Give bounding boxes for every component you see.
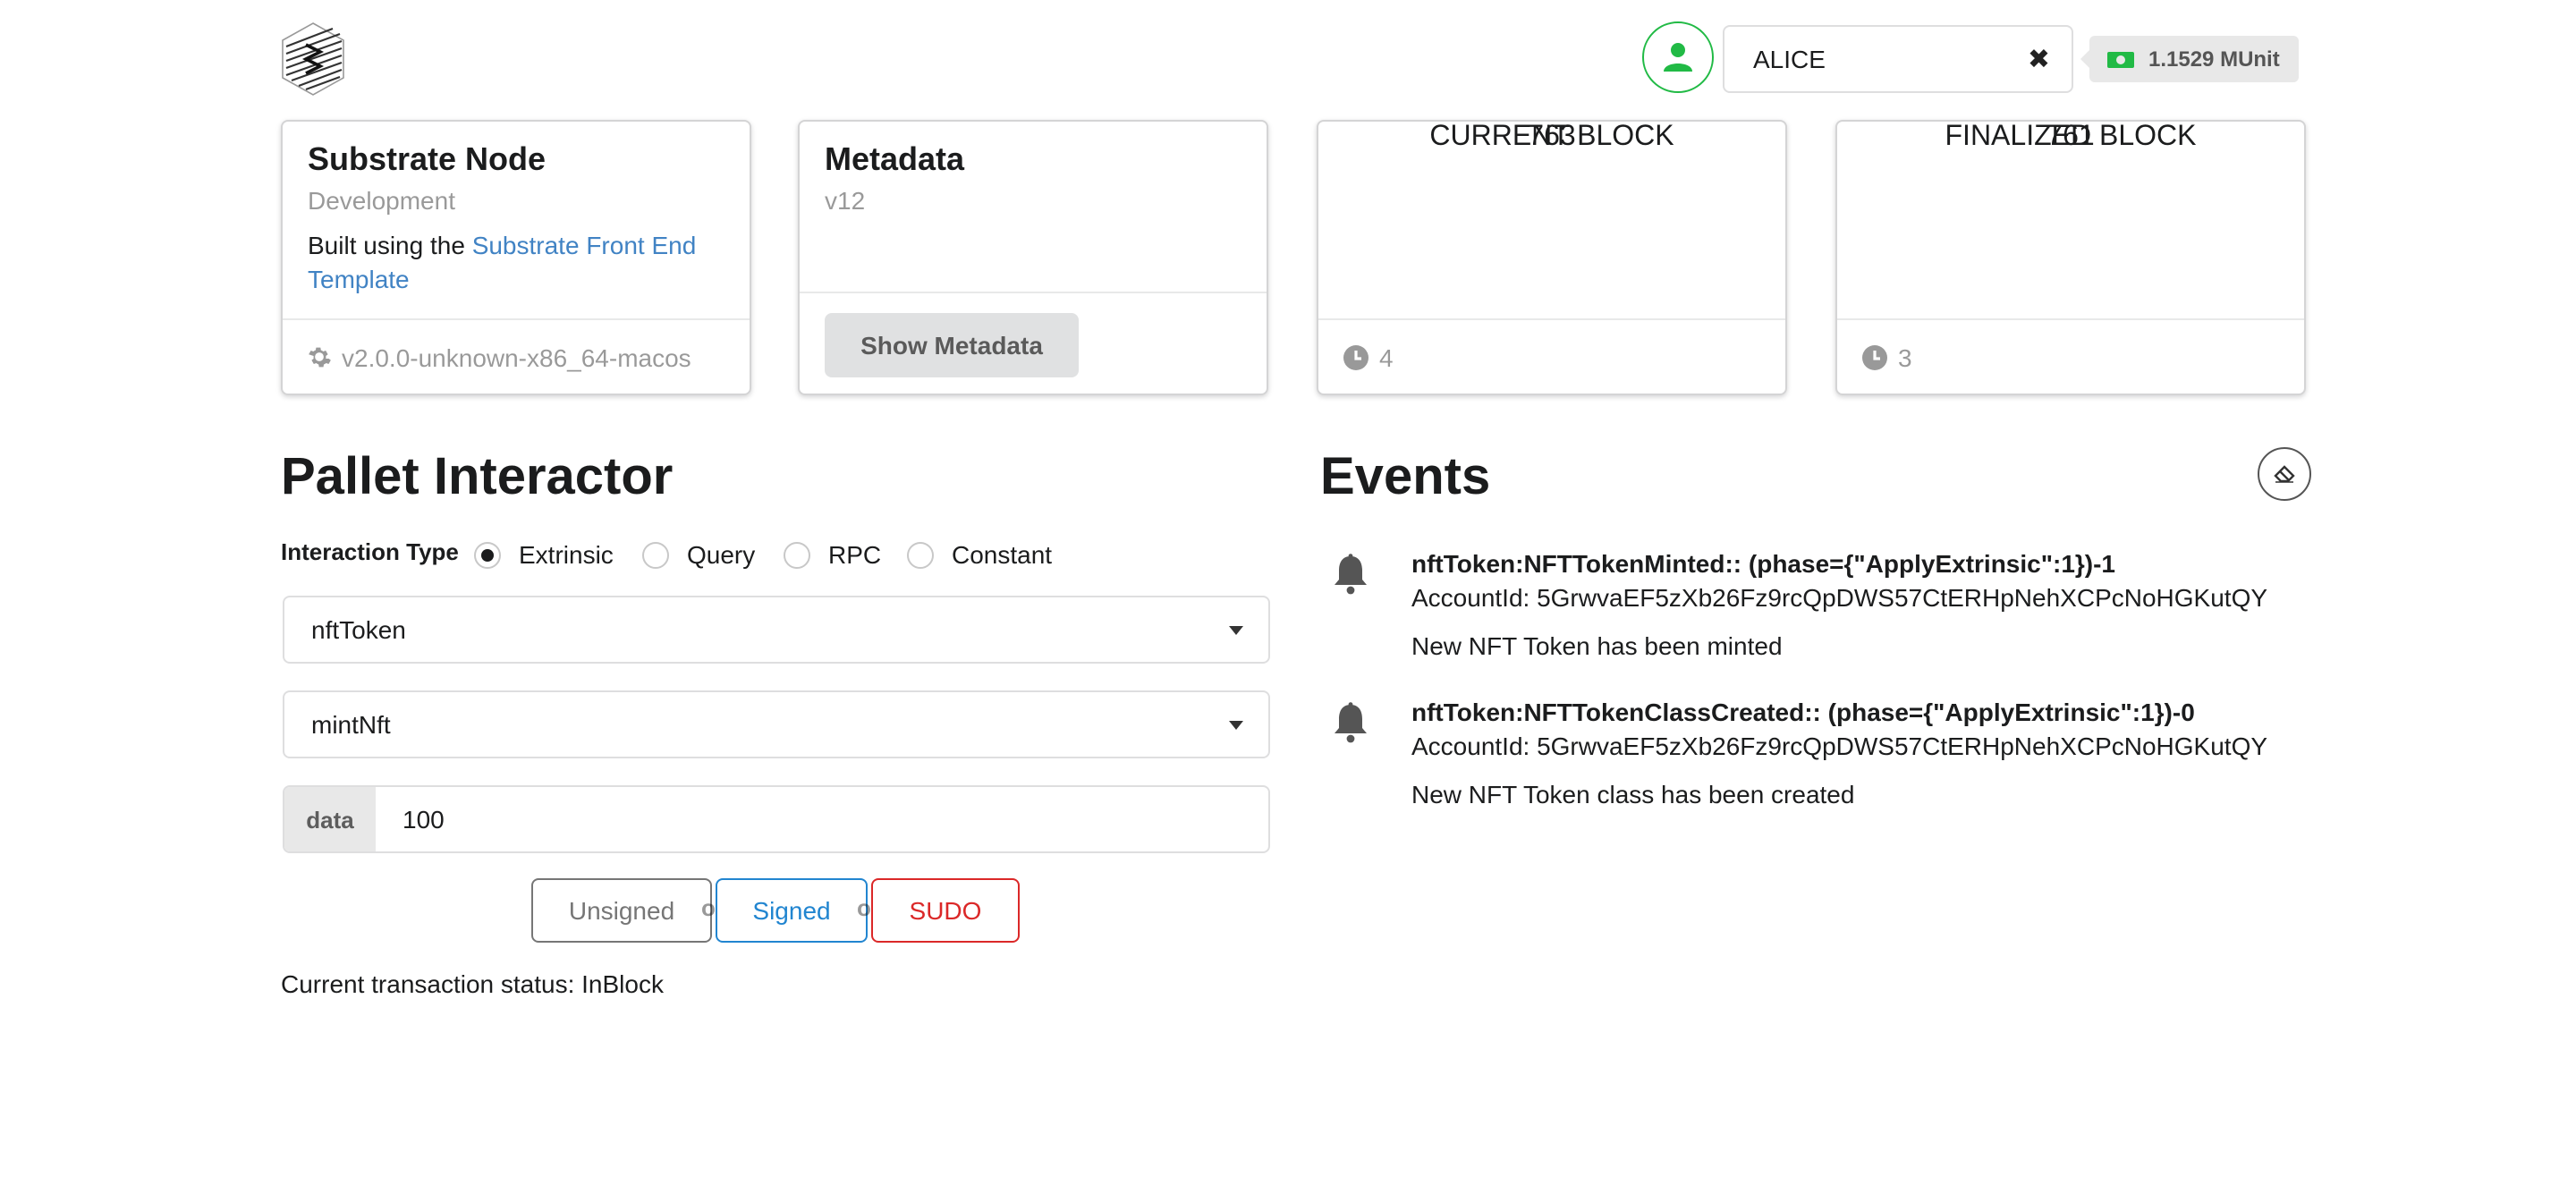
radio-extrinsic[interactable]: Extrinsic (474, 540, 614, 569)
clock-icon (1343, 344, 1368, 369)
radio-circle[interactable] (642, 541, 669, 568)
finalized-block-timer: 3 (1837, 318, 2304, 394)
sudo-button[interactable]: SUDO (871, 878, 1020, 943)
event-doc: New NFT Token class has been created (1411, 780, 1855, 808)
radio-query[interactable]: Query (642, 540, 755, 569)
callable-dropdown[interactable]: mintNft (283, 690, 1270, 758)
current-block-card: 763 CURRENT BLOCK 4 (1317, 120, 1787, 395)
interaction-type-label: Interaction Type (281, 538, 459, 565)
description-text: Built using the (308, 231, 472, 259)
radio-circle[interactable] (907, 541, 934, 568)
node-description: Built using the Substrate Front End Temp… (308, 229, 737, 297)
gear-icon (308, 345, 331, 368)
timer-value: 4 (1379, 343, 1394, 371)
divider (800, 292, 1267, 293)
balance-badge: 1.1529 MUnit (2080, 36, 2300, 82)
radio-constant[interactable]: Constant (907, 540, 1052, 569)
substrate-logo-icon[interactable] (279, 21, 347, 97)
account-selector[interactable]: ALICE ✖ (1723, 25, 2073, 93)
radio-circle[interactable] (474, 541, 501, 568)
radio-circle[interactable] (784, 541, 810, 568)
event-doc: New NFT Token has been minted (1411, 631, 1783, 660)
metadata-card: Metadata v12 Show Metadata (798, 120, 1268, 395)
metadata-version: v12 (825, 186, 866, 215)
money-icon (2107, 51, 2134, 67)
finalized-block-label: FINALIZED BLOCK (1945, 122, 2197, 152)
account-name: ALICE (1753, 45, 1826, 73)
bell-icon (1331, 701, 1370, 753)
version-text: v2.0.0-unknown-x86_64-macos (342, 343, 691, 371)
param-label: data (284, 787, 376, 851)
radio-label: Query (687, 540, 756, 569)
avatar[interactable] (1642, 21, 1714, 93)
eraser-icon[interactable] (2258, 447, 2311, 501)
balance-value: 1.1529 MUnit (2148, 47, 2280, 72)
node-chain: Development (308, 186, 455, 215)
user-icon (1664, 43, 1692, 72)
events-title: Events (1320, 449, 1491, 506)
radio-rpc[interactable]: RPC (784, 540, 881, 569)
timer-value: 3 (1898, 343, 1912, 371)
event-header: nftToken:NFTTokenMinted:: (phase={"Apply… (1411, 549, 2116, 578)
signed-button[interactable]: Signed (716, 878, 868, 943)
metadata-title: Metadata (825, 141, 965, 177)
close-icon[interactable]: ✖ (2028, 43, 2050, 75)
param-input[interactable]: 100 (402, 805, 445, 834)
event-header: nftToken:NFTTokenClassCreated:: (phase={… (1411, 698, 2195, 726)
node-version: v2.0.0-unknown-x86_64-macos (283, 318, 750, 394)
pallet-interactor-title: Pallet Interactor (281, 449, 674, 506)
chevron-down-icon (1229, 626, 1243, 635)
unsigned-button[interactable]: Unsigned (531, 878, 712, 943)
current-block-timer: 4 (1318, 318, 1785, 394)
clock-icon (1862, 344, 1887, 369)
transaction-status: Current transaction status: InBlock (281, 969, 664, 998)
show-metadata-button[interactable]: Show Metadata (825, 313, 1079, 377)
radio-label: Extrinsic (519, 540, 614, 569)
data-param-field[interactable]: data 100 (283, 785, 1270, 853)
node-name: Substrate Node (308, 141, 547, 177)
chevron-down-icon (1229, 721, 1243, 730)
pallet-value: nftToken (311, 615, 406, 644)
bell-icon (1331, 553, 1370, 605)
node-info-card: Substrate Node Development Built using t… (281, 120, 751, 395)
current-block-label: CURRENT BLOCK (1429, 122, 1674, 152)
radio-label: Constant (952, 540, 1053, 569)
event-data: AccountId: 5GrwvaEF5zXb26Fz9rcQpDWS57CtE… (1411, 583, 2268, 612)
event-data: AccountId: 5GrwvaEF5zXb26Fz9rcQpDWS57CtE… (1411, 732, 2268, 760)
radio-label: RPC (828, 540, 882, 569)
finalized-block-card: 761 FINALIZED BLOCK 3 (1835, 120, 2306, 395)
callable-value: mintNft (311, 710, 391, 739)
page: ALICE ✖ 1.1529 MUnit Substrate Node Deve… (0, 0, 2576, 1202)
pallet-dropdown[interactable]: nftToken (283, 596, 1270, 664)
